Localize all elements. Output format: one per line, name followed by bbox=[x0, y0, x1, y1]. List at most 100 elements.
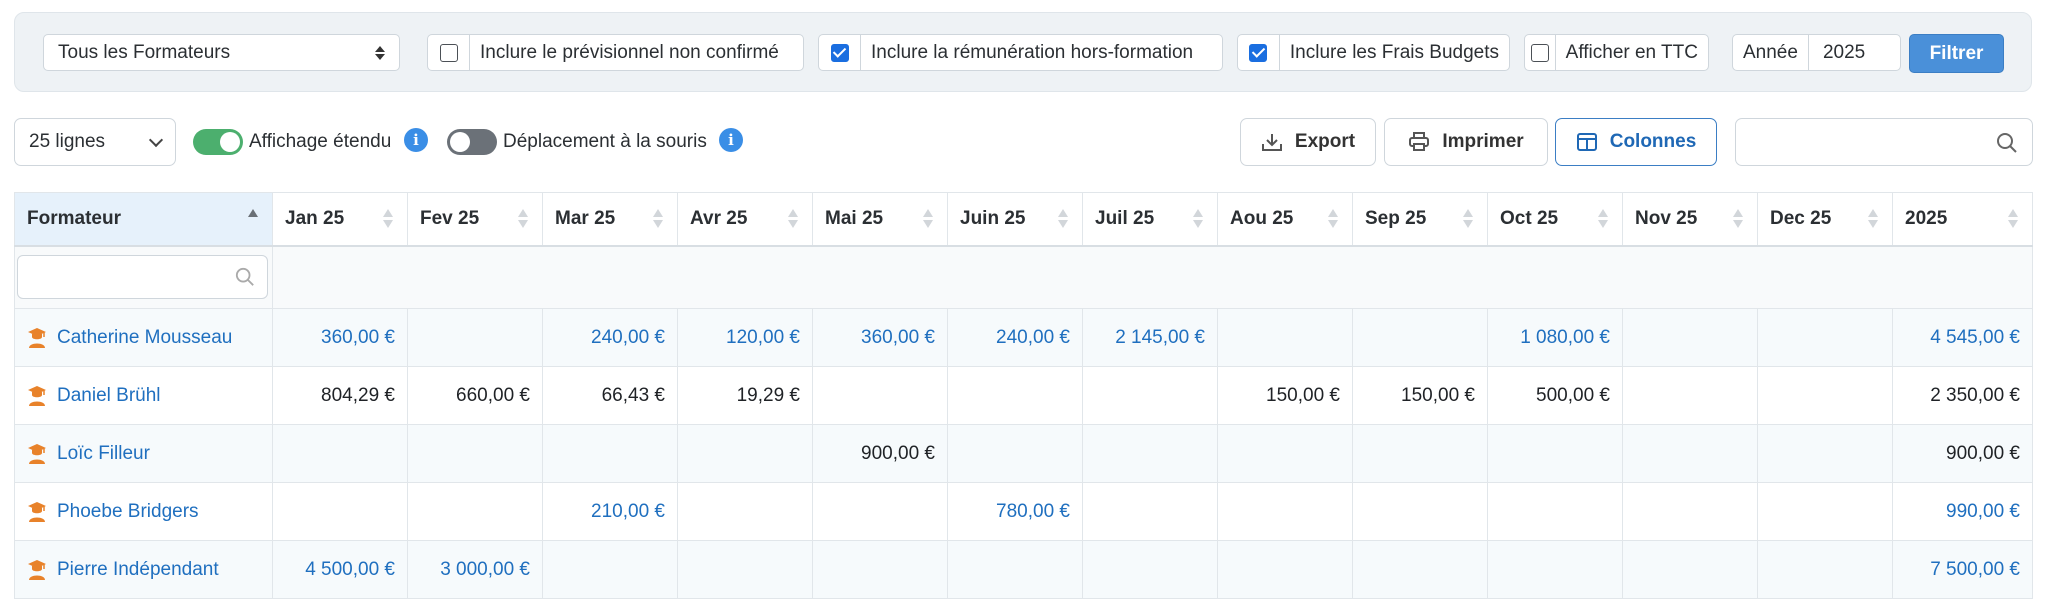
sort-icon[interactable] bbox=[788, 209, 798, 228]
month-amount-cell bbox=[1622, 482, 1758, 541]
column-header-aou-25[interactable]: Aou 25 bbox=[1217, 192, 1353, 247]
month-amount-cell[interactable]: 360,00 € bbox=[812, 308, 948, 367]
month-amount-cell bbox=[1487, 540, 1623, 599]
page-size-select[interactable]: 25 lignes bbox=[14, 118, 176, 166]
trainer-name-link[interactable]: Phoebe Bridgers bbox=[57, 501, 199, 523]
month-amount-cell bbox=[272, 424, 408, 483]
column-header-dec-25[interactable]: Dec 25 bbox=[1757, 192, 1893, 247]
column-header-formateur[interactable]: Formateur bbox=[14, 192, 273, 247]
sort-icon[interactable] bbox=[1058, 209, 1068, 228]
column-header-label: Sep 25 bbox=[1365, 207, 1427, 229]
show-ttc-checkbox[interactable] bbox=[1530, 43, 1549, 62]
month-amount-cell bbox=[1487, 482, 1623, 541]
month-amount-cell[interactable]: 360,00 € bbox=[272, 308, 408, 367]
column-header-label: Avr 25 bbox=[690, 207, 748, 229]
graduate-icon bbox=[28, 443, 46, 464]
month-amount-cell[interactable]: 240,00 € bbox=[542, 308, 678, 367]
month-amount-cell: 900,00 € bbox=[812, 424, 948, 483]
month-amount-cell bbox=[542, 424, 678, 483]
table-row: Catherine Mousseau 360,00 €240,00 €120,00… bbox=[14, 308, 2033, 367]
extended-display-toggle[interactable] bbox=[193, 129, 243, 155]
search-icon bbox=[235, 268, 254, 287]
info-icon[interactable]: i bbox=[719, 128, 743, 152]
show-ttc-checkbox-group[interactable]: Afficher en TTC bbox=[1524, 34, 1709, 71]
sort-icon[interactable] bbox=[2008, 209, 2018, 228]
global-search-input[interactable] bbox=[1735, 118, 2033, 166]
name-filter-cell bbox=[14, 245, 273, 309]
include-remuneration-checkbox-group[interactable]: Inclure la rémunération hors-formation bbox=[818, 34, 1223, 71]
month-amount-cell[interactable]: 210,00 € bbox=[542, 482, 678, 541]
columns-button[interactable]: Colonnes bbox=[1555, 118, 1717, 166]
sort-icon[interactable] bbox=[1463, 209, 1473, 228]
year-total-cell[interactable]: 4 545,00 € bbox=[1892, 308, 2033, 367]
column-header-label: Juin 25 bbox=[960, 207, 1026, 229]
year-total-cell[interactable]: 990,00 € bbox=[1892, 482, 2033, 541]
sort-icon[interactable] bbox=[1733, 209, 1743, 228]
sort-icon[interactable] bbox=[1328, 209, 1338, 228]
month-amount-cell bbox=[812, 482, 948, 541]
trainer-name-link[interactable]: Catherine Mousseau bbox=[57, 327, 232, 349]
search-icon bbox=[1997, 133, 2017, 153]
include-forecast-checkbox[interactable] bbox=[439, 43, 458, 62]
month-amount-cell[interactable]: 240,00 € bbox=[947, 308, 1083, 367]
include-budget-fees-checkbox[interactable] bbox=[1249, 43, 1268, 62]
column-header-mai-25[interactable]: Mai 25 bbox=[812, 192, 948, 247]
include-remuneration-checkbox[interactable] bbox=[830, 43, 849, 62]
column-header-mar-25[interactable]: Mar 25 bbox=[542, 192, 678, 247]
month-amount-cell bbox=[1082, 540, 1218, 599]
table-row: Daniel Brühl 804,29 €660,00 €66,43 €19,29… bbox=[14, 366, 2033, 425]
include-budget-fees-checkbox-group[interactable]: Inclure les Frais Budgets bbox=[1237, 34, 1510, 71]
sort-icon[interactable] bbox=[1868, 209, 1878, 228]
column-header-oct-25[interactable]: Oct 25 bbox=[1487, 192, 1623, 247]
trainer-name-cell: Pierre Indépendant bbox=[14, 540, 273, 599]
month-amount-cell[interactable]: 2 145,00 € bbox=[1082, 308, 1218, 367]
sort-icon[interactable] bbox=[518, 209, 528, 228]
mouse-move-toggle[interactable] bbox=[447, 129, 497, 155]
column-header-jan-25[interactable]: Jan 25 bbox=[272, 192, 408, 247]
trainer-name-link[interactable]: Daniel Brühl bbox=[57, 385, 161, 407]
month-amount-cell[interactable]: 4 500,00 € bbox=[272, 540, 408, 599]
trainer-select[interactable]: Tous les Formateurs bbox=[43, 34, 400, 71]
sort-icon[interactable] bbox=[383, 209, 393, 228]
trainer-name-link[interactable]: Pierre Indépendant bbox=[57, 559, 219, 581]
column-header-2025[interactable]: 2025 bbox=[1892, 192, 2033, 247]
month-amount-cell bbox=[1082, 366, 1218, 425]
sort-icon[interactable] bbox=[923, 209, 933, 228]
include-remuneration-label: Inclure la rémunération hors-formation bbox=[871, 41, 1194, 63]
month-amount-cell bbox=[1757, 366, 1893, 425]
include-forecast-checkbox-group[interactable]: Inclure le prévisionnel non confirmé bbox=[427, 34, 804, 71]
month-amount-cell bbox=[1622, 308, 1758, 367]
column-header-fev-25[interactable]: Fev 25 bbox=[407, 192, 543, 247]
name-filter-input[interactable] bbox=[17, 255, 268, 300]
info-icon[interactable]: i bbox=[404, 128, 428, 152]
month-amount-cell bbox=[947, 424, 1083, 483]
column-header-avr-25[interactable]: Avr 25 bbox=[677, 192, 813, 247]
month-amount-cell bbox=[677, 482, 813, 541]
filter-button[interactable]: Filtrer bbox=[1909, 34, 2004, 73]
month-amount-cell[interactable]: 3 000,00 € bbox=[407, 540, 543, 599]
export-button[interactable]: Export bbox=[1240, 118, 1376, 166]
month-amount-cell bbox=[1757, 540, 1893, 599]
month-amount-cell bbox=[1352, 424, 1488, 483]
column-header-label: Fev 25 bbox=[420, 207, 480, 229]
print-button[interactable]: Imprimer bbox=[1384, 118, 1548, 166]
sort-icon[interactable] bbox=[1598, 209, 1608, 228]
month-amount-cell bbox=[1217, 482, 1353, 541]
month-amount-cell[interactable]: 780,00 € bbox=[947, 482, 1083, 541]
month-amount-cell: 150,00 € bbox=[1217, 366, 1353, 425]
year-input[interactable]: 2025 bbox=[1809, 42, 1879, 64]
month-amount-cell[interactable]: 1 080,00 € bbox=[1487, 308, 1623, 367]
month-amount-cell bbox=[1487, 424, 1623, 483]
trainer-name-cell: Phoebe Bridgers bbox=[14, 482, 273, 541]
column-header-juin-25[interactable]: Juin 25 bbox=[947, 192, 1083, 247]
column-header-nov-25[interactable]: Nov 25 bbox=[1622, 192, 1758, 247]
month-amount-cell[interactable]: 120,00 € bbox=[677, 308, 813, 367]
sort-icon[interactable] bbox=[248, 209, 258, 217]
sort-icon[interactable] bbox=[1193, 209, 1203, 228]
trainer-name-link[interactable]: Loïc Filleur bbox=[57, 443, 150, 465]
column-header-label: Nov 25 bbox=[1635, 207, 1698, 229]
year-total-cell[interactable]: 7 500,00 € bbox=[1892, 540, 2033, 599]
sort-icon[interactable] bbox=[653, 209, 663, 228]
column-header-sep-25[interactable]: Sep 25 bbox=[1352, 192, 1488, 247]
column-header-juil-25[interactable]: Juil 25 bbox=[1082, 192, 1218, 247]
